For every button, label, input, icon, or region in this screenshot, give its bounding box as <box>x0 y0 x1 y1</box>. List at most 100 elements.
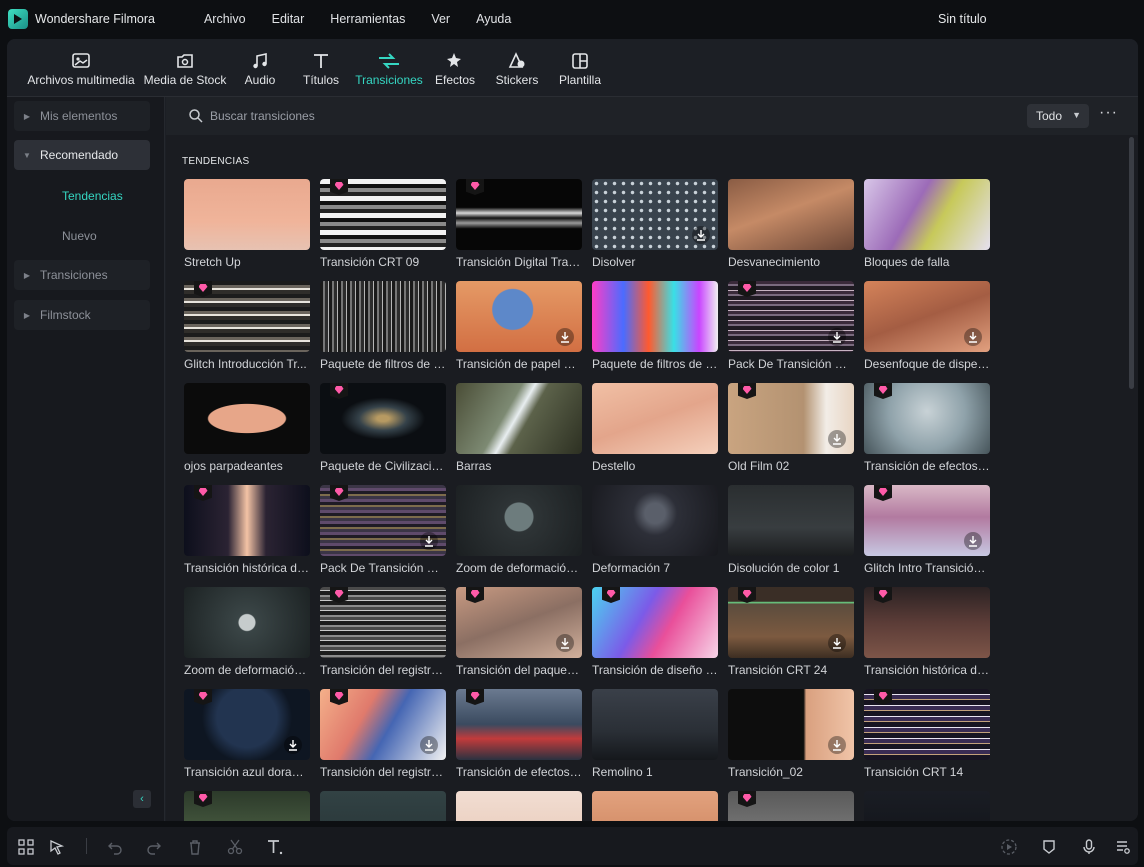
transition-card[interactable] <box>728 791 854 821</box>
download-icon[interactable] <box>556 328 574 346</box>
tab-audio[interactable]: Audio <box>236 39 284 97</box>
sidebar-subitem-tendencias[interactable]: Tendencias <box>62 189 123 203</box>
transition-thumbnail[interactable] <box>456 587 582 658</box>
menu-ver[interactable]: Ver <box>418 0 463 38</box>
list-settings-icon[interactable] <box>1113 837 1133 857</box>
transition-thumbnail[interactable] <box>320 485 446 556</box>
transition-card[interactable]: Transición del paquete... <box>456 587 582 677</box>
transition-card[interactable]: Paquete de filtros de p... <box>320 281 446 371</box>
transition-card[interactable]: Pack De Transición De ... <box>320 485 446 575</box>
transition-thumbnail[interactable] <box>864 179 990 250</box>
select-pointer-icon[interactable] <box>47 837 67 857</box>
transition-card[interactable]: Transición de efectos ... <box>864 383 990 473</box>
transition-card[interactable]: Transición_02 <box>728 689 854 779</box>
transition-card[interactable]: Transición azul dorado... <box>184 689 310 779</box>
sidebar-item-filmstock[interactable]: ▶ Filmstock <box>14 300 150 330</box>
delete-icon[interactable] <box>185 837 205 857</box>
render-preview-icon[interactable] <box>999 837 1019 857</box>
transition-thumbnail[interactable] <box>592 485 718 556</box>
collapse-sidebar-button[interactable]: ‹ <box>133 790 151 808</box>
transition-card[interactable]: Zoom de deformación 6 <box>184 587 310 677</box>
transition-thumbnail[interactable] <box>456 383 582 454</box>
transition-thumbnail[interactable] <box>592 587 718 658</box>
transition-card[interactable]: Pack De Transición De ... <box>728 281 854 371</box>
transition-card[interactable]: Disolver <box>592 179 718 269</box>
transition-card[interactable]: Transición del registro ... <box>320 587 446 677</box>
transition-card[interactable]: Transición de efectos ... <box>456 689 582 779</box>
tab-plantilla[interactable]: Plantilla <box>555 39 605 97</box>
text-tool-icon[interactable] <box>265 837 285 857</box>
scrollbar[interactable] <box>1129 137 1134 389</box>
transition-thumbnail[interactable] <box>456 485 582 556</box>
transition-thumbnail[interactable] <box>184 179 310 250</box>
sidebar-subitem-nuevo[interactable]: Nuevo <box>62 229 97 243</box>
transition-thumbnail[interactable] <box>320 383 446 454</box>
download-icon[interactable] <box>692 226 710 244</box>
transition-card[interactable]: Transición de papel en... <box>456 281 582 371</box>
download-icon[interactable] <box>828 736 846 754</box>
menu-ayuda[interactable]: Ayuda <box>463 0 524 38</box>
transition-thumbnail[interactable] <box>592 689 718 760</box>
transition-thumbnail[interactable] <box>728 689 854 760</box>
sidebar-item-recomendado[interactable]: ▼ Recomendado <box>14 140 150 170</box>
transition-thumbnail[interactable] <box>728 179 854 250</box>
menu-archivo[interactable]: Archivo <box>191 0 259 38</box>
cut-icon[interactable] <box>225 837 245 857</box>
tab-archivos-multimedia[interactable]: Archivos multimedia <box>25 39 137 97</box>
transition-thumbnail[interactable] <box>864 281 990 352</box>
transition-card[interactable] <box>864 791 990 821</box>
transition-card[interactable]: Transición CRT 09 <box>320 179 446 269</box>
transition-thumbnail[interactable] <box>864 587 990 658</box>
transition-thumbnail[interactable] <box>728 485 854 556</box>
transition-thumbnail[interactable] <box>320 791 446 821</box>
transition-card[interactable]: Transición del registro ... <box>320 689 446 779</box>
transition-card[interactable]: Disolución de color 1 <box>728 485 854 575</box>
transition-card[interactable]: ojos parpadeantes <box>184 383 310 473</box>
transition-thumbnail[interactable] <box>184 281 310 352</box>
transition-thumbnail[interactable] <box>728 587 854 658</box>
transition-card[interactable]: Stretch Up <box>184 179 310 269</box>
menu-herramientas[interactable]: Herramientas <box>317 0 418 38</box>
shield-icon[interactable] <box>1039 837 1059 857</box>
transition-thumbnail[interactable] <box>456 179 582 250</box>
transition-thumbnail[interactable] <box>592 791 718 821</box>
transition-card[interactable]: Desenfoque de disper... <box>864 281 990 371</box>
transition-card[interactable]: Desvanecimiento <box>728 179 854 269</box>
transition-card[interactable]: Paquete de Civilizació... <box>320 383 446 473</box>
tab-transiciones[interactable]: Transiciones <box>354 39 424 97</box>
download-icon[interactable] <box>828 430 846 448</box>
download-icon[interactable] <box>556 634 574 652</box>
transition-card[interactable]: Barras <box>456 383 582 473</box>
transition-card[interactable]: Transición histórica de... <box>184 485 310 575</box>
transition-thumbnail[interactable] <box>728 791 854 821</box>
transition-card[interactable]: Bloques de falla <box>864 179 990 269</box>
microphone-icon[interactable] <box>1079 837 1099 857</box>
transition-thumbnail[interactable] <box>320 281 446 352</box>
transition-thumbnail[interactable] <box>456 791 582 821</box>
download-icon[interactable] <box>964 328 982 346</box>
redo-icon[interactable] <box>144 837 164 857</box>
transition-card[interactable] <box>592 791 718 821</box>
transition-card[interactable]: Deformación 7 <box>592 485 718 575</box>
tab-titulos[interactable]: Títulos <box>297 39 345 97</box>
download-icon[interactable] <box>420 532 438 550</box>
transition-card[interactable]: Destello <box>592 383 718 473</box>
tab-efectos[interactable]: Efectos <box>431 39 479 97</box>
transition-thumbnail[interactable] <box>320 689 446 760</box>
download-icon[interactable] <box>828 328 846 346</box>
transition-card[interactable]: Zoom de deformación 3 <box>456 485 582 575</box>
transition-card[interactable]: Glitch Introducción Tr... <box>184 281 310 371</box>
transition-thumbnail[interactable] <box>320 179 446 250</box>
transition-card[interactable] <box>456 791 582 821</box>
transition-card[interactable]: Glitch Intro Transición ... <box>864 485 990 575</box>
transition-card[interactable]: Transición de diseño d... <box>592 587 718 677</box>
download-icon[interactable] <box>828 634 846 652</box>
transition-card[interactable]: Transición CRT 24 <box>728 587 854 677</box>
filter-dropdown[interactable]: Todo ▼ <box>1027 104 1089 128</box>
transition-thumbnail[interactable] <box>864 791 990 821</box>
transition-card[interactable]: Transición CRT 14 <box>864 689 990 779</box>
grid-layout-icon[interactable] <box>16 837 36 857</box>
transition-card[interactable]: Transición histórica de... <box>864 587 990 677</box>
transition-thumbnail[interactable] <box>864 383 990 454</box>
transition-thumbnail[interactable] <box>864 689 990 760</box>
